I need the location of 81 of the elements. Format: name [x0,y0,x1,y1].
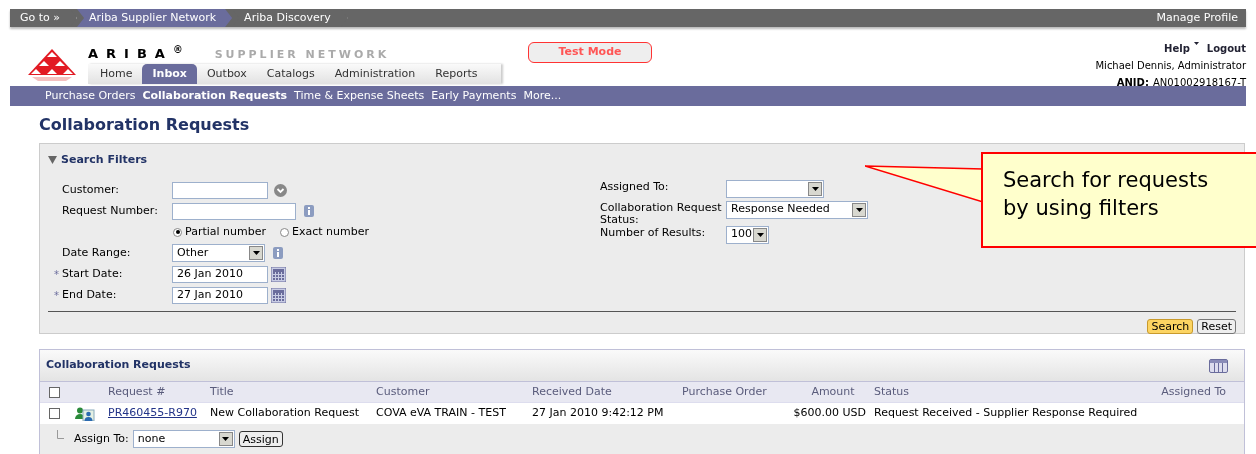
radio-label: Exact number [292,223,369,240]
table-cell-text: $600.00 USD [792,405,867,422]
nav-tab[interactable]: Home [90,64,143,84]
help-menu[interactable]: Help [1164,41,1199,56]
nav-tab[interactable]: Reports [425,64,488,84]
reset-button[interactable]: Reset [1197,318,1236,334]
table-columns-icon[interactable] [1209,358,1228,373]
text-field[interactable] [172,202,296,220]
nav-tab[interactable]: Catalogs [256,64,325,84]
nav-tab[interactable]: Administration [324,64,426,84]
sub-nav-link[interactable]: Collaboration Requests [142,87,288,105]
table-cell-text: COVA eVA TRAIN - TEST [376,405,507,422]
sub-nav-link[interactable]: Purchase Orders [45,87,136,105]
table-cell-text: New Collaboration Request [210,405,360,422]
section-title: Search Filters [61,152,148,168]
calendar-icon[interactable] [271,266,286,282]
tree-connector-icon [57,429,64,439]
product-name: SUPPLIER NETWORK [214,46,390,63]
radio-label: Partial number [185,223,266,240]
top-nav-link[interactable]: Go to » [20,9,78,27]
column-header[interactable]: Status [874,383,1124,401]
text-field[interactable] [172,181,268,199]
table-cell-text: 27 Jan 2010 9:42:12 PM [532,405,665,422]
field-label: Request Number: [62,202,159,219]
dropdown-field[interactable] [726,179,824,198]
column-header[interactable]: Request # [108,383,210,401]
request-link[interactable]: PR460455-R970 [108,405,210,422]
column-header[interactable]: Assigned To [1124,383,1244,401]
logo-icon [26,47,78,81]
manage-profile-link[interactable]: Manage Profile [1156,9,1246,27]
chevron-down-icon[interactable] [274,183,287,197]
logout-link[interactable]: Logout [1206,41,1246,56]
field-label: Collaboration Request Status: [600,200,723,226]
dropdown-field[interactable]: none [132,430,235,448]
required-asterisk: * [54,288,59,303]
nav-tab[interactable]: Outbox [196,64,257,84]
users-icon [75,406,95,421]
field-label: End Date: [62,286,118,303]
column-header[interactable]: Title [210,383,376,401]
user-name: Michael Dennis, Administrator [1095,59,1246,73]
info-icon[interactable] [273,247,283,259]
anid-label: ANID: [1116,76,1149,90]
calendar-icon[interactable] [271,287,286,303]
date-field[interactable]: 27 Jan 2010 [172,286,268,304]
assign-button[interactable]: Assign [238,431,283,447]
sub-nav-link[interactable]: Early Payments [431,87,517,105]
search-button[interactable]: Search [1147,318,1194,334]
radio-button[interactable] [280,227,289,237]
date-field[interactable]: 26 Jan 2010 [172,265,268,283]
row-checkbox[interactable] [49,408,60,419]
sub-nav-link[interactable]: Time & Expense Sheets [294,87,425,105]
column-header[interactable]: Purchase Order [682,383,792,401]
brand-name: ARIBA$^{®}$ [88,43,191,63]
column-header[interactable]: Amount [792,383,874,401]
field-label: Date Range: [62,244,132,261]
sub-nav-link[interactable]: More... [523,87,562,105]
nav-tab[interactable]: Inbox [142,64,197,84]
collapse-triangle-icon[interactable] [48,156,57,165]
required-asterisk: * [54,267,59,282]
dropdown-field[interactable]: Response Needed [726,200,868,219]
anid-value: AN01002918167-T [1152,76,1246,90]
field-label: Start Date: [62,265,124,282]
callout-note: Search for requests by using filters [981,152,1256,248]
test-mode-badge: Test Mode [528,42,652,63]
dropdown-field[interactable]: Other [172,244,265,262]
select-all-checkbox[interactable] [49,386,60,398]
field-label: Number of Results: [600,225,707,239]
page-title: Collaboration Requests [39,115,251,135]
field-label: Assign To: [74,430,129,447]
field-label: Assigned To: [600,179,670,193]
top-nav-link[interactable]: Ariba Supplier Network [77,9,233,27]
section-title: Collaboration Requests [46,357,191,374]
column-header[interactable]: Customer [376,383,532,401]
field-label: Customer: [62,181,120,198]
caret-icon [1193,42,1199,45]
top-nav-link[interactable]: Ariba Discovery [232,9,348,27]
table-cell: Request Received - Supplier Response Required [874,405,1138,422]
info-icon[interactable] [304,205,314,217]
radio-button[interactable] [173,227,182,237]
dropdown-field[interactable]: 100 [726,225,769,244]
column-header[interactable]: Received Date [532,383,682,401]
